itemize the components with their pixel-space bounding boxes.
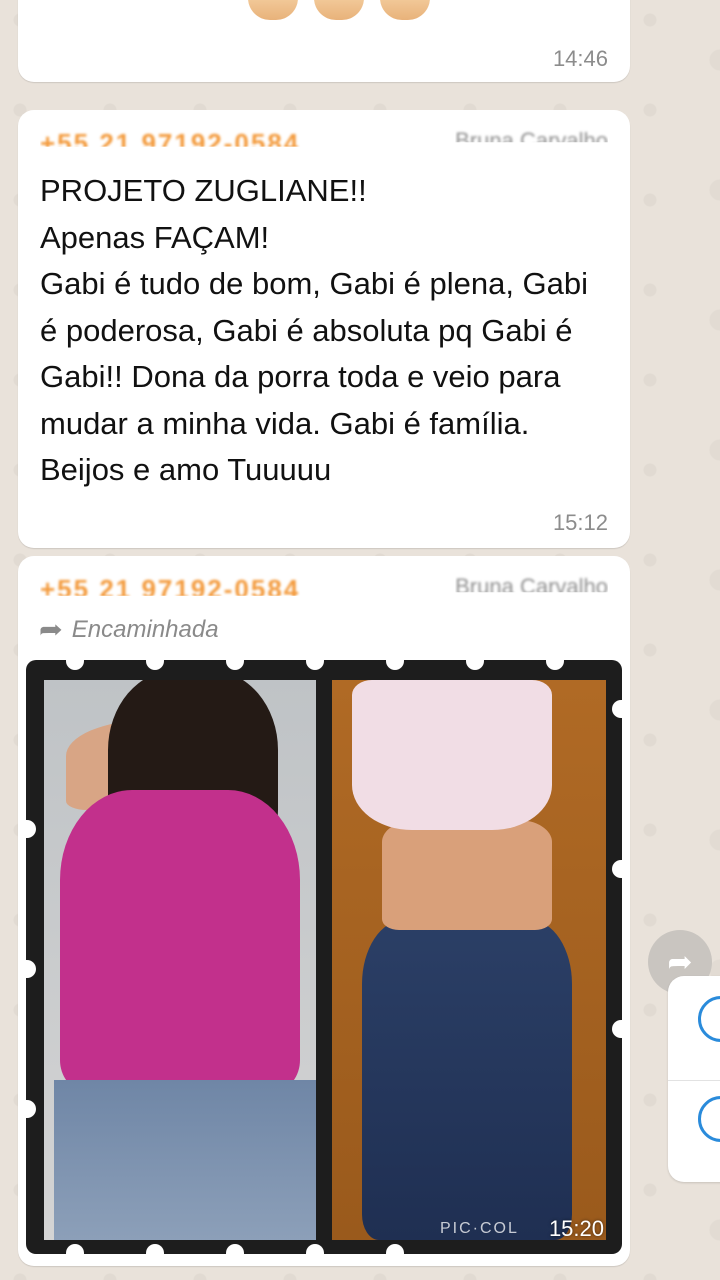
frame-dot — [66, 660, 84, 670]
sender-row: +55 21 97192-0584 Bruna Carvalho — [40, 124, 608, 158]
separator — [668, 1080, 720, 1081]
side-action-card[interactable] — [668, 976, 720, 1182]
clapping-hands-icon — [380, 0, 430, 20]
frame-dot — [386, 660, 404, 670]
message-time: 14:46 — [552, 46, 608, 71]
sender-row: +55 21 97192-0584 Bruna Carvalho — [40, 570, 608, 604]
sender-name: Bruna Carvalho — [455, 128, 608, 153]
after-photo-panel — [332, 680, 606, 1240]
message-time: 15:12 — [552, 510, 608, 535]
frame-dot — [612, 700, 622, 718]
frame-dot — [146, 1244, 164, 1254]
message-time: 15:20 — [548, 1216, 604, 1241]
frame-dot — [612, 1020, 622, 1038]
circle-icon[interactable] — [698, 996, 720, 1042]
before-photo-panel — [44, 680, 316, 1240]
frame-dot — [306, 660, 324, 670]
forward-arrow-icon: ➦ — [38, 614, 63, 644]
check-circle-icon[interactable] — [698, 1096, 720, 1142]
forwarded-text: Encaminhada — [71, 615, 219, 643]
frame-dot — [26, 820, 36, 838]
frame-dot — [26, 960, 36, 978]
frame-dot — [306, 1244, 324, 1254]
clap-emoji-row — [248, 0, 430, 20]
message-text: PROJETO ZUGLIANE!! Apenas FAÇAM! Gabi é … — [40, 173, 589, 487]
message-image[interactable]: PIC·COL 15:20 — [26, 660, 622, 1254]
sender-name: Bruna Carvalho — [455, 574, 608, 599]
message-bubble-1[interactable]: 14:46 — [18, 0, 630, 82]
sender-phone[interactable]: +55 21 97192-0584 — [40, 574, 300, 596]
frame-dot — [66, 1244, 84, 1254]
frame-dot — [226, 660, 244, 670]
forwarded-label: ➦ Encaminhada — [38, 614, 219, 645]
frame-dot — [546, 660, 564, 670]
message-bubble-2[interactable]: +55 21 97192-0584 Bruna Carvalho PROJETO… — [18, 110, 630, 548]
frame-dot — [146, 660, 164, 670]
frame-dot — [226, 1244, 244, 1254]
frame-dot — [612, 860, 622, 878]
frame-dot — [386, 1244, 404, 1254]
clapping-hands-icon — [314, 0, 364, 20]
message-bubble-3[interactable]: +55 21 97192-0584 Bruna Carvalho ➦ Encam… — [18, 556, 630, 1266]
frame-dot — [466, 660, 484, 670]
sender-phone[interactable]: +55 21 97192-0584 — [40, 128, 300, 147]
frame-dot — [26, 1100, 36, 1118]
clapping-hands-icon — [248, 0, 298, 20]
image-watermark: PIC·COL — [440, 1220, 519, 1237]
